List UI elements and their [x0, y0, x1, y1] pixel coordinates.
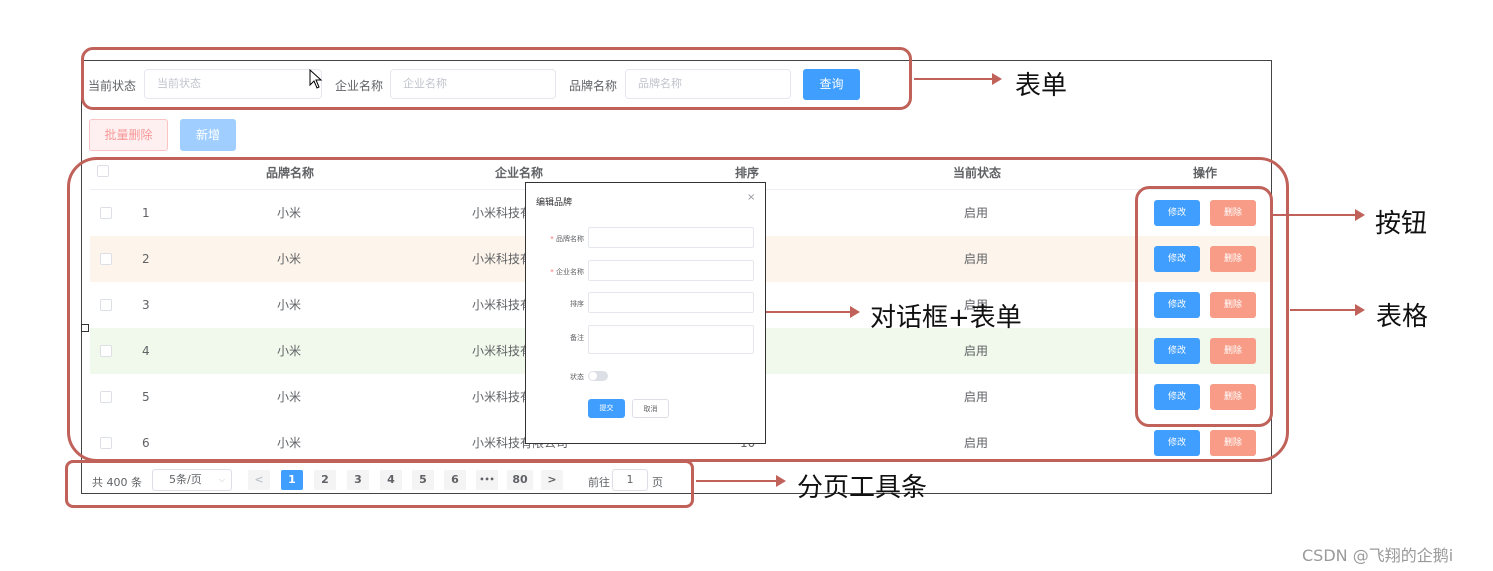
buttons-highlight-box — [1135, 186, 1273, 427]
table-highlight-box — [67, 157, 1289, 462]
pagination-highlight-box — [65, 460, 694, 508]
watermark: CSDN @飞翔的企鹅i — [1302, 546, 1454, 565]
form-highlight-box — [81, 47, 912, 110]
arrow-right-icon — [850, 306, 860, 318]
annotation-pagination: 分页工具条 — [797, 473, 928, 503]
annotation-form: 表单 — [1015, 71, 1068, 101]
dialog-arrow-line — [766, 311, 850, 313]
arrow-right-icon — [1355, 209, 1365, 221]
annotation-dialog-form: 对话框+表单 — [870, 303, 1022, 333]
table-arrow-line — [1290, 309, 1355, 311]
arrow-right-icon — [776, 475, 786, 487]
arrow-right-icon — [992, 73, 1002, 85]
arrow-right-icon — [1355, 304, 1365, 316]
button-arrow-line — [1273, 214, 1355, 216]
form-arrow-line — [914, 78, 992, 80]
annotation-button: 按钮 — [1375, 209, 1428, 239]
pagination-arrow-line — [696, 480, 776, 482]
add-button[interactable]: 新增 — [180, 119, 236, 151]
batch-delete-button[interactable]: 批量删除 — [89, 119, 168, 151]
annotation-table: 表格 — [1376, 302, 1429, 332]
